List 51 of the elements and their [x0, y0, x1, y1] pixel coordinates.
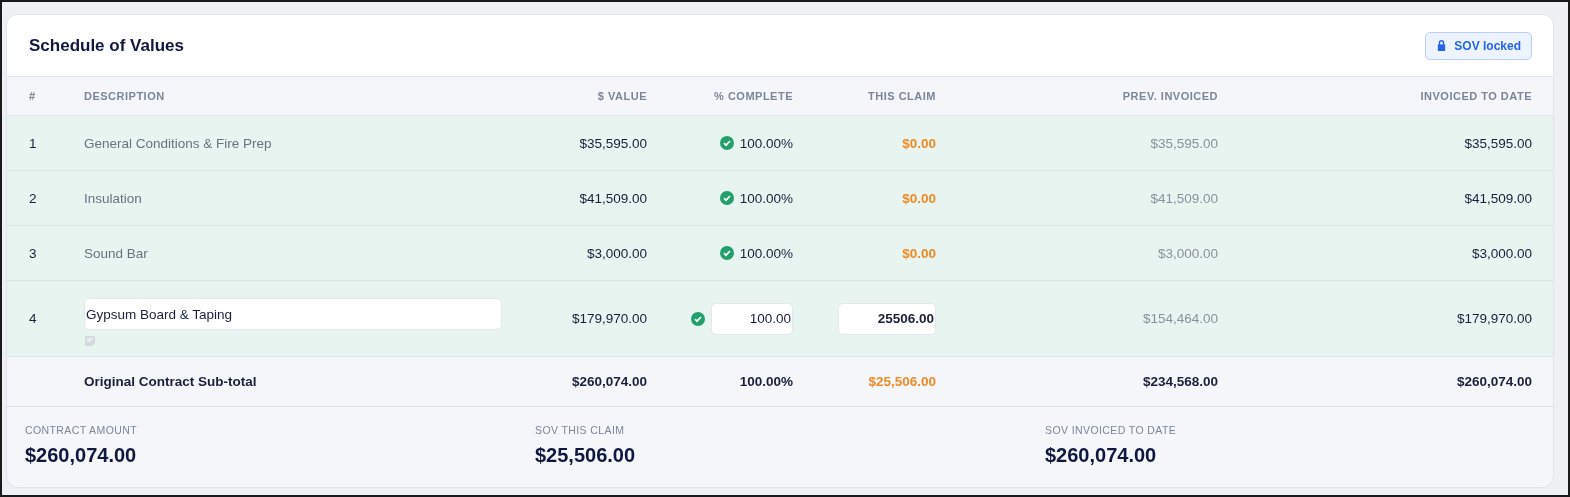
table-cell: $41,509.00 — [1150, 190, 1218, 206]
column-header: THIS CLAIM — [868, 90, 936, 102]
table-cell-text: General Conditions & Fire Prep — [84, 135, 273, 151]
table-cell: 100.00% — [739, 135, 793, 151]
summary-label: SOV THIS CLAIM — [535, 424, 626, 436]
table-cell: 100.00% — [739, 374, 793, 389]
column-header: DESCRIPTION — [84, 90, 166, 102]
summary-amount: $25,506.00 — [535, 444, 637, 467]
section-title: Schedule of Values — [29, 35, 184, 56]
table-cell-text: Insulation — [84, 190, 143, 206]
table-cell: $0.00 — [902, 190, 936, 206]
column-header: $ VALUE — [597, 90, 647, 102]
table-cell: $41,509.00 — [579, 190, 647, 206]
note-icon — [84, 335, 96, 347]
sov-locked-button[interactable]: SOV locked — [1425, 31, 1532, 60]
table-cell: $41,509.00 — [1464, 190, 1532, 206]
table-cell: $154,464.00 — [1142, 311, 1218, 326]
row-number: 1 — [29, 135, 38, 151]
table-cell-text: Sound Bar — [84, 245, 149, 261]
summary-amount: $260,074.00 — [1045, 444, 1158, 467]
row-number: 3 — [29, 245, 38, 261]
table-cell: $260,074.00 — [571, 374, 647, 389]
table-cell: $179,970.00 — [1456, 311, 1532, 326]
table-cell: $35,595.00 — [1150, 135, 1218, 151]
column-header: INVOICED TO DATE — [1420, 90, 1532, 102]
subtotal-label: Original Contract Sub-total — [84, 374, 258, 389]
summary-label: CONTRACT AMOUNT — [25, 424, 138, 436]
table-cell: $35,595.00 — [579, 135, 647, 151]
summary-label: SOV INVOICED TO DATE — [1045, 424, 1178, 436]
table-cell: $0.00 — [902, 135, 936, 151]
table-cell: 100.00% — [739, 190, 793, 206]
table-cell: $35,595.00 — [1464, 135, 1532, 151]
column-header: % COMPLETE — [714, 90, 793, 102]
summary-amount: $260,074.00 — [25, 444, 138, 467]
column-header: PREV. INVOICED — [1122, 90, 1218, 102]
table-cell: $25,506.00 — [868, 374, 936, 389]
table-cell: $234,568.00 — [1142, 374, 1218, 389]
column-header: # — [29, 90, 37, 102]
lock-icon — [1436, 39, 1448, 52]
claim-field[interactable]: 25506.00 — [838, 302, 936, 335]
table-cell: $260,074.00 — [1456, 374, 1532, 389]
table-cell: $3,000.00 — [586, 245, 647, 261]
table-cell: $0.00 — [902, 245, 936, 261]
description-field[interactable]: Gypsum Board & Taping — [84, 298, 502, 330]
table-cell: $3,000.00 — [1157, 245, 1218, 261]
percent-field[interactable]: 100.00 — [711, 302, 793, 335]
table-cell: $3,000.00 — [1471, 245, 1532, 261]
row-number: 4 — [29, 311, 38, 326]
row-number: 2 — [29, 190, 38, 206]
table-cell: $179,970.00 — [571, 311, 647, 326]
table-cell: 100.00% — [739, 245, 793, 261]
